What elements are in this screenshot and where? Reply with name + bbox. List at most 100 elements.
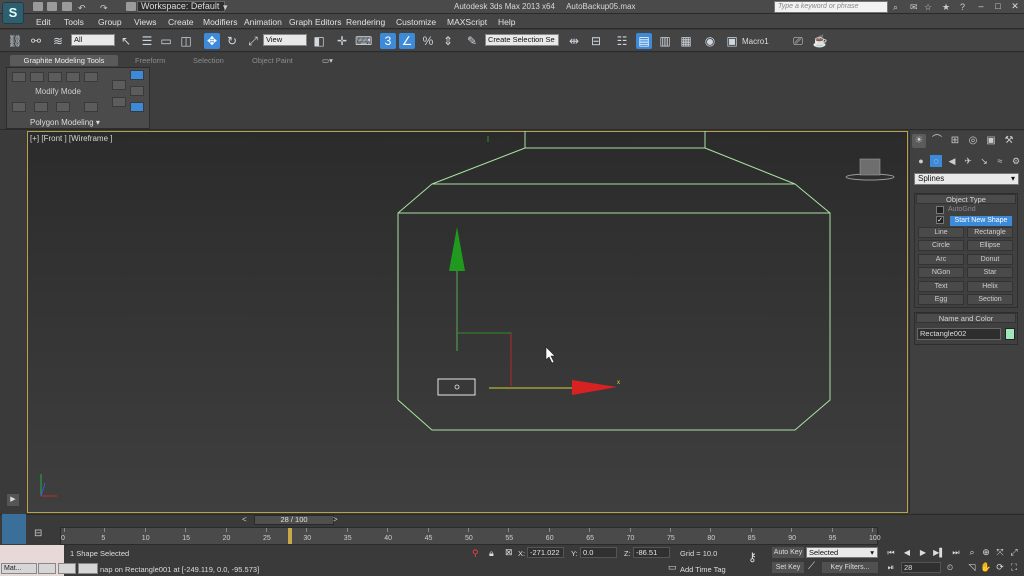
ribbon-tool-button[interactable] (12, 72, 26, 82)
object-color-swatch[interactable] (1005, 328, 1015, 340)
motion-tab-icon[interactable]: ◎ (966, 134, 980, 148)
taskbar-item[interactable] (58, 563, 76, 574)
menu-rendering[interactable]: Rendering (346, 17, 385, 27)
select-by-name-icon[interactable]: ☰ (139, 33, 155, 49)
menu-modifiers[interactable]: Modifiers (203, 17, 237, 27)
menu-edit[interactable]: Edit (36, 17, 51, 27)
systems-icon[interactable]: ⚙ (1010, 155, 1022, 167)
project-folder-icon[interactable] (126, 2, 136, 11)
egg-button[interactable]: Egg (918, 294, 964, 305)
time-slider[interactable]: 28 / 100 (254, 515, 334, 525)
scale-icon[interactable]: ⤢ (245, 33, 261, 49)
pan-view-icon[interactable]: ✋ (980, 561, 992, 573)
ribbon-tool-button[interactable] (56, 102, 70, 112)
pivot-center-icon[interactable]: ◧ (311, 33, 327, 49)
ribbon-tool-button[interactable] (130, 86, 144, 96)
taskbar-item[interactable]: Mat... (1, 563, 37, 574)
x-coordinate-field[interactable]: -271.022 (527, 547, 564, 558)
time-slider-prev-button[interactable]: < (242, 515, 247, 524)
redo-icon[interactable]: ↷ (100, 3, 108, 14)
open-file-icon[interactable] (47, 2, 57, 11)
object-name-field[interactable]: Rectangle002 (917, 328, 1001, 340)
isolate-toggle-icon[interactable]: ⚲ (472, 548, 479, 559)
ribbon-tool-button[interactable] (84, 72, 98, 82)
tab-selection[interactable]: Selection (193, 56, 224, 66)
snaps-toggle-icon[interactable]: 3 (380, 33, 396, 49)
window-crossing-icon[interactable]: ◫ (178, 33, 194, 49)
tab-freeform[interactable]: Freeform (135, 56, 165, 66)
align-icon[interactable]: ⊟ (588, 33, 604, 49)
time-tag-icon[interactable]: ▭ (668, 562, 677, 573)
render-setup-icon[interactable]: ▣ (724, 33, 740, 49)
close-button[interactable]: ✕ (1009, 1, 1021, 12)
next-frame-icon[interactable]: ▶▌ (933, 547, 945, 558)
menu-customize[interactable]: Customize (396, 17, 436, 27)
ribbon-tool-button[interactable] (30, 72, 44, 82)
autogrid-checkbox[interactable] (936, 206, 944, 214)
key-mode-dropdown[interactable]: Selected ▾ (806, 547, 878, 558)
orbit-icon[interactable]: ⟳ (994, 561, 1006, 573)
lock-selection-icon[interactable]: 🔒︎ (489, 548, 494, 559)
zoom-icon[interactable]: ⌕ (966, 546, 978, 558)
menu-group[interactable]: Group (98, 17, 122, 27)
app-logo-icon[interactable]: S (2, 2, 24, 24)
link-icon[interactable]: ⛓ (7, 33, 23, 49)
key-filters-button[interactable]: Key Filters... (822, 562, 878, 573)
expand-track-bar-button[interactable]: ▶ (7, 494, 19, 506)
bind-space-warp-icon[interactable]: ≋ (50, 33, 66, 49)
search-input[interactable]: Type a keyword or phrase (774, 1, 888, 13)
current-frame-marker[interactable] (288, 528, 293, 544)
taskbar-item[interactable] (38, 563, 56, 574)
workspace-dropdown[interactable]: Workspace: Default (137, 1, 225, 12)
zoom-extents-all-icon[interactable]: ⤢ (1008, 546, 1020, 558)
cameras-icon[interactable]: ✈ (962, 155, 974, 167)
ribbon-toggle-button[interactable] (130, 70, 144, 80)
menu-animation[interactable]: Animation (244, 17, 282, 27)
zoom-all-icon[interactable]: ⊕ (980, 546, 992, 558)
ribbon-tool-button[interactable] (48, 72, 62, 82)
previous-frame-icon[interactable]: ◀ (901, 547, 913, 558)
current-frame-field[interactable]: 28 (901, 562, 941, 573)
material-editor-icon[interactable]: ◉ (702, 33, 718, 49)
ribbon-tool-button[interactable] (12, 102, 26, 112)
space-warps-icon[interactable]: ≈ (994, 155, 1006, 167)
add-time-tag-button[interactable]: Add Time Tag (680, 565, 726, 574)
line-button[interactable]: Line (918, 227, 964, 238)
set-key-button[interactable]: Set Key (772, 562, 804, 573)
name-and-color-header[interactable]: Name and Color (916, 313, 1016, 323)
selection-filter-dropdown[interactable]: All (71, 34, 115, 46)
rectangle-selection-icon[interactable]: ▭ (158, 33, 174, 49)
lights-icon[interactable]: ◀ (946, 155, 958, 167)
new-file-icon[interactable] (33, 2, 43, 11)
display-tab-icon[interactable]: ▣ (984, 134, 998, 148)
mirror-icon[interactable]: ⇹ (566, 33, 582, 49)
ribbon-tool-button[interactable] (112, 80, 126, 90)
tab-object-paint[interactable]: Object Paint (252, 56, 293, 66)
graphite-toggle-icon[interactable]: ▤ (636, 33, 652, 49)
ellipse-button[interactable]: Ellipse (967, 240, 1013, 251)
go-to-end-icon[interactable]: ⏭ (950, 547, 962, 558)
key-mode-toggle-icon[interactable]: ⏯ (885, 562, 897, 573)
help-icon[interactable]: ? (960, 2, 965, 12)
star-button[interactable]: Star (967, 267, 1013, 278)
chevron-down-icon[interactable]: ▾ (223, 2, 228, 13)
angle-snap-icon[interactable]: ∠ (399, 33, 415, 49)
ribbon-tool-button[interactable] (34, 102, 48, 112)
donut-button[interactable]: Donut (967, 254, 1013, 265)
create-tab-icon[interactable]: ☀ (912, 134, 926, 148)
render-production-icon[interactable]: ☕ (812, 33, 828, 49)
select-object-icon[interactable]: ↖ (118, 33, 134, 49)
undo-icon[interactable]: ↶ (78, 3, 86, 14)
select-manipulate-icon[interactable]: ✛ (334, 33, 350, 49)
viewport-label[interactable]: [+] [Front ] [Wireframe ] (30, 134, 112, 143)
field-of-view-icon[interactable]: ◹ (966, 561, 978, 573)
utilities-tab-icon[interactable]: ⚒ (1002, 134, 1016, 148)
rectangle-button[interactable]: Rectangle (967, 227, 1013, 238)
keyboard-shortcut-icon[interactable]: ⌨ (355, 33, 372, 49)
star-icon[interactable]: ★ (942, 2, 950, 13)
ngon-button[interactable]: NGon (918, 267, 964, 278)
track-bar-toggle-icon[interactable]: ⊟ (34, 528, 42, 539)
unlink-icon[interactable]: ⚯ (28, 33, 44, 49)
curve-editor-icon[interactable]: ▥ (657, 33, 673, 49)
start-new-shape-label[interactable]: Start New Shape (950, 216, 1012, 226)
